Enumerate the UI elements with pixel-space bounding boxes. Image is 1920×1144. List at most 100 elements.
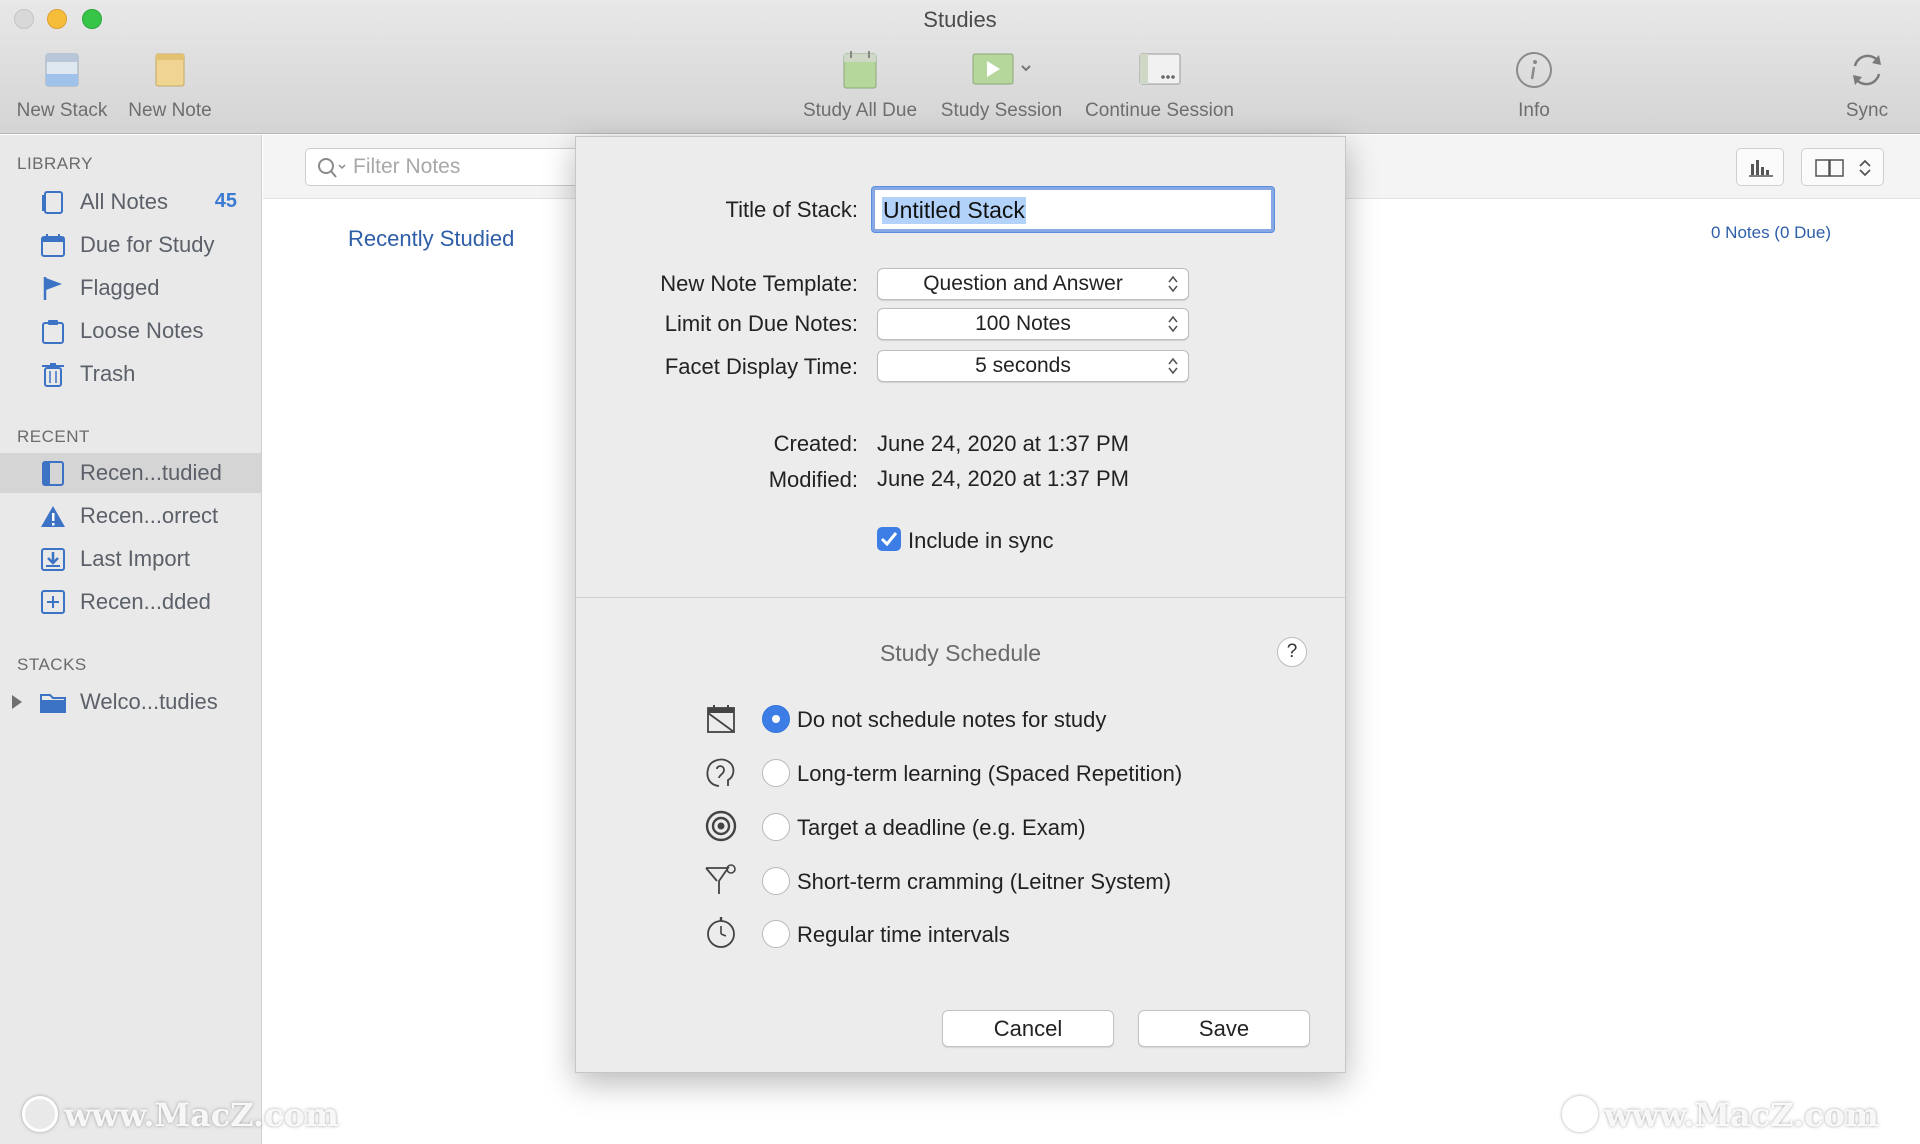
window-title: Studies	[923, 7, 997, 32]
target-icon	[705, 810, 737, 842]
recent-header: RECENT	[17, 427, 90, 446]
continue-session-label: Continue Session	[1085, 100, 1234, 121]
facet-value: 5 seconds	[975, 354, 1071, 377]
modified-label: Modified:	[768, 467, 858, 492]
include-in-sync-label: Include in sync	[908, 528, 1054, 553]
sidebar: LIBRARY All Notes 45 Due for Study Flagg…	[0, 135, 262, 1144]
schedule-none-radio[interactable]	[762, 705, 790, 733]
stack-icon	[45, 53, 79, 87]
template-popup[interactable]: Question and Answer	[877, 268, 1189, 300]
schedule-spaced-repetition-label: Long-term learning (Spaced Repetition)	[797, 761, 1183, 786]
sidebar-item-label: Loose Notes	[80, 318, 204, 343]
sidebar-item-flagged[interactable]: Flagged	[0, 268, 261, 308]
sidebar-item-label: Welco...tudies	[80, 689, 218, 714]
clipboard-icon	[42, 320, 64, 344]
library-header: LIBRARY	[17, 154, 93, 173]
new-stack-button[interactable]: New Stack	[12, 48, 112, 128]
flag-icon	[43, 277, 62, 300]
sidebar-item-recently-studied[interactable]: Recen...tudied	[0, 453, 261, 493]
sidebar-item-last-import[interactable]: Last Import	[0, 539, 261, 579]
limit-popup[interactable]: 100 Notes	[877, 308, 1189, 340]
stopwatch-icon	[707, 917, 735, 948]
help-button[interactable]: ?	[1277, 637, 1307, 667]
funnel-icon	[705, 864, 736, 894]
sidebar-item-label: Recen...dded	[80, 589, 211, 614]
notes-count: 0 Notes (0 Due)	[1711, 223, 1831, 242]
filter-notes-field[interactable]: Filter Notes	[305, 148, 585, 186]
new-stack-label: New Stack	[16, 100, 108, 121]
schedule-regular-intervals-radio[interactable]	[762, 920, 790, 948]
schedule-spaced-repetition-radio[interactable]	[762, 759, 790, 787]
watermark-logo-icon	[1562, 1096, 1598, 1132]
sidebar-item-label: Flagged	[80, 275, 160, 300]
created-label: Created:	[773, 431, 858, 456]
schedule-regular-intervals-label: Regular time intervals	[797, 922, 1010, 947]
continue-session-button[interactable]: Continue Session	[1079, 48, 1240, 128]
disclosure-triangle-icon[interactable]	[12, 695, 22, 709]
schedule-none-label: Do not schedule notes for study	[797, 707, 1107, 732]
facet-popup[interactable]: 5 seconds	[877, 350, 1189, 382]
trash-icon	[42, 363, 64, 387]
sidebar-item-label: Recen...orrect	[80, 503, 219, 528]
cancel-button[interactable]: Cancel	[942, 1010, 1114, 1047]
schedule-cramming-radio[interactable]	[762, 867, 790, 895]
sidebar-item-loose-notes[interactable]: Loose Notes	[0, 311, 261, 351]
sidebar-item-label: Last Import	[80, 546, 191, 571]
sync-button[interactable]: Sync	[1836, 48, 1898, 128]
sidebar-item-recently-incorrect[interactable]: Recen...orrect	[0, 496, 261, 536]
sidebar-item-label: Due for Study	[80, 232, 215, 257]
calendar-icon	[843, 51, 877, 89]
note-icon	[155, 53, 185, 87]
watermark-left: www.MacZ.com	[22, 1096, 339, 1134]
book-icon	[42, 461, 64, 486]
modified-value: June 24, 2020 at 1:37 PM	[877, 466, 1129, 491]
schedule-cramming-label: Short-term cramming (Leitner System)	[797, 869, 1172, 894]
note-count-badge: 45	[214, 190, 237, 212]
notes-icon	[42, 191, 63, 214]
play-session-icon	[972, 53, 1031, 85]
warning-icon	[41, 506, 65, 527]
study-session-button[interactable]: Study Session	[936, 48, 1067, 128]
brain-icon	[706, 758, 735, 787]
import-icon	[41, 548, 65, 571]
checkmark-icon	[880, 532, 898, 547]
sidebar-item-label: Recen...tudied	[80, 460, 222, 485]
folder-icon	[40, 694, 66, 713]
calendar-off-icon	[707, 705, 735, 733]
sync-label: Sync	[1845, 100, 1889, 121]
stack-title-input[interactable]: Untitled Stack	[872, 187, 1274, 232]
study-all-due-button[interactable]: Study All Due	[797, 48, 923, 128]
info-icon	[1516, 52, 1552, 88]
title-of-stack-label: Title of Stack:	[725, 197, 858, 222]
split-view-icon	[1815, 159, 1871, 177]
up-down-arrows-icon	[1168, 275, 1178, 293]
info-label: Info	[1518, 100, 1550, 121]
continue-icon	[1139, 53, 1180, 85]
info-button[interactable]: Info	[1500, 48, 1568, 128]
include-in-sync-checkbox[interactable]	[877, 527, 901, 551]
new-note-button[interactable]: New Note	[124, 48, 216, 128]
search-icon	[318, 158, 346, 178]
save-button[interactable]: Save	[1138, 1010, 1310, 1047]
schedule-deadline-radio[interactable]	[762, 813, 790, 841]
sidebar-item-recently-added[interactable]: Recen...dded	[0, 582, 261, 622]
plus-box-icon	[41, 590, 65, 614]
sidebar-item-due-for-study[interactable]: Due for Study	[0, 225, 261, 265]
facet-label: Facet Display Time:	[664, 354, 858, 379]
layout-toggle-button[interactable]	[1801, 148, 1884, 186]
sidebar-item-trash[interactable]: Trash	[0, 354, 261, 394]
limit-value: 100 Notes	[975, 312, 1071, 335]
up-down-arrows-icon	[1168, 357, 1178, 375]
template-label: New Note Template:	[660, 271, 858, 296]
sidebar-item-label: Trash	[80, 361, 136, 386]
stack-title-value: Untitled Stack	[882, 197, 1026, 224]
sidebar-item-all-notes[interactable]: All Notes 45	[0, 182, 261, 222]
sidebar-item-label: All Notes	[80, 189, 169, 214]
new-note-label: New Note	[128, 100, 212, 121]
sidebar-item-welcome-stack[interactable]: Welco...tudies	[0, 682, 261, 722]
statistics-button[interactable]	[1736, 148, 1784, 186]
section-heading: Recently Studied	[348, 226, 515, 251]
schedule-deadline-label: Target a deadline (e.g. Exam)	[797, 815, 1086, 840]
study-schedule-title: Study Schedule	[879, 640, 1042, 666]
filter-placeholder: Filter Notes	[353, 155, 461, 178]
